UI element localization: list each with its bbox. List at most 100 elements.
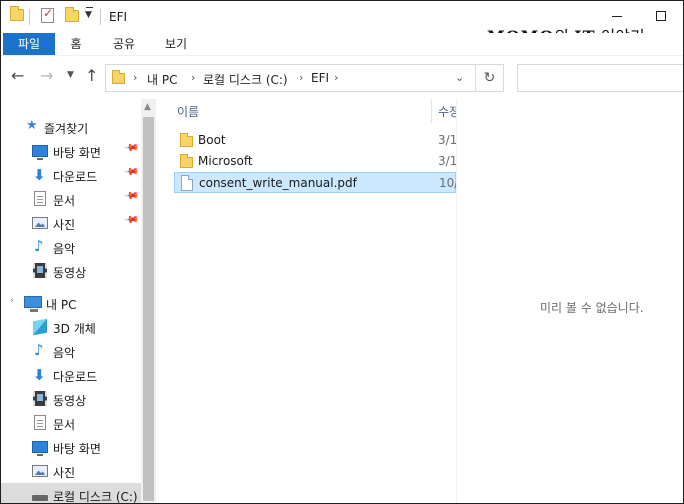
up-arrow-icon[interactable]: ↑ — [85, 68, 98, 84]
cube-3d-icon — [33, 318, 47, 336]
chevron-right-icon[interactable]: › — [334, 71, 338, 84]
sidebar-item-label: 동영상 — [53, 266, 87, 280]
sidebar-item-label: 내 PC — [46, 298, 77, 312]
document-icon — [34, 191, 46, 206]
title-bar: ▼ EFI MOMO의 IT 이야기 — [1, 1, 683, 46]
address-bar[interactable]: › 내 PC › 로컬 디스크 (C:) › EFI › ⌄ — [105, 64, 476, 92]
sidebar-item-downloads[interactable]: ⬇ 다운로드 📌 — [1, 163, 141, 187]
sidebar-item-desktop[interactable]: 바탕 화면 📌 — [1, 139, 141, 163]
window-title: EFI — [109, 10, 128, 24]
file-explorer-window: ▼ EFI MOMO의 IT 이야기 파일 홈 공유 보기 ← → ▼ ↑ › … — [0, 0, 684, 504]
chevron-right-icon[interactable]: › — [299, 71, 303, 84]
sidebar-item-label: 다운로드 — [53, 370, 98, 384]
sidebar-item-label: 바탕 화면 — [53, 442, 101, 456]
picture-icon — [32, 217, 48, 229]
scroll-up-arrow-icon[interactable]: ▲ — [144, 102, 151, 112]
sidebar-item-label: 로컬 디스크 (C:) — [53, 490, 138, 504]
refresh-icon[interactable]: ↻ — [476, 64, 504, 92]
document-icon — [34, 415, 46, 430]
breadcrumb-efi[interactable]: EFI — [311, 71, 329, 85]
file-name: consent_write_manual.pdf — [199, 176, 357, 190]
desktop-icon — [32, 145, 48, 160]
search-input[interactable] — [517, 64, 683, 92]
pin-icon[interactable]: 📌 — [123, 164, 140, 180]
star-icon: ★ — [26, 118, 38, 133]
sidebar-item-music[interactable]: ♪ 음악 — [1, 339, 141, 363]
forward-arrow-icon[interactable]: → — [40, 68, 53, 84]
music-note-icon: ♪ — [34, 237, 44, 255]
tab-share[interactable]: 공유 — [105, 33, 143, 55]
folder-icon — [180, 133, 193, 147]
properties-icon[interactable] — [41, 6, 54, 23]
computer-icon — [24, 296, 42, 312]
expand-chevron-icon[interactable]: › — [10, 296, 14, 306]
desktop-icon — [32, 441, 48, 456]
preview-message: 미리 볼 수 없습니다. — [540, 301, 644, 315]
nav-scrollbar[interactable]: ▲ — [141, 99, 156, 503]
file-row-selected[interactable]: consent_write_manual.pdf 10/ — [174, 172, 456, 193]
sidebar-item-quick-access[interactable]: ★ 즐겨찾기 — [1, 115, 141, 139]
new-folder-icon[interactable] — [65, 7, 79, 22]
address-history-chevron-down-icon[interactable]: ⌄ — [455, 71, 464, 84]
column-header-date[interactable]: 수정한 날짜 — [438, 103, 456, 120]
picture-icon — [32, 465, 48, 477]
customize-toolbar-chevron-down-icon[interactable]: ▼ — [85, 7, 93, 20]
sidebar-item-this-pc[interactable]: › 내 PC — [1, 291, 141, 315]
tab-view[interactable]: 보기 — [157, 33, 195, 55]
title-divider — [100, 9, 101, 25]
sidebar-item-3d-objects[interactable]: 3D 개체 — [1, 315, 141, 339]
column-divider[interactable] — [431, 99, 432, 123]
tab-file[interactable]: 파일 — [3, 33, 55, 55]
minimize-icon[interactable] — [612, 16, 622, 17]
sidebar-item-music[interactable]: ♪ 음악 — [1, 235, 141, 259]
sidebar-item-label: 바탕 화면 — [53, 146, 101, 160]
sidebar-item-label: 다운로드 — [53, 170, 98, 184]
sidebar-item-pictures[interactable]: 사진 📌 — [1, 211, 141, 235]
address-row: ← → ▼ ↑ › 내 PC › 로컬 디스크 (C:) › EFI › ⌄ ↻ — [1, 55, 683, 99]
file-list: ^ 이름 수정한 날짜 Boot 3/1 Microsoft 3/1 conse… — [156, 99, 456, 503]
file-row[interactable]: Microsoft 3/1 — [174, 151, 456, 172]
file-name: Boot — [198, 133, 226, 147]
pin-icon[interactable]: 📌 — [123, 140, 140, 156]
sidebar-item-label: 문서 — [53, 418, 76, 432]
breadcrumb-this-pc[interactable]: 내 PC — [147, 71, 177, 88]
back-arrow-icon[interactable]: ← — [11, 68, 24, 84]
video-icon — [33, 263, 47, 278]
sidebar-item-documents[interactable]: 문서 📌 — [1, 187, 141, 211]
sidebar-item-label: 동영상 — [53, 394, 87, 408]
pin-icon[interactable]: 📌 — [123, 212, 140, 228]
sidebar-item-label: 음악 — [53, 242, 76, 256]
column-header-name[interactable]: 이름 — [177, 103, 199, 120]
sidebar-item-pictures[interactable]: 사진 — [1, 459, 141, 483]
sidebar-item-label: 3D 개체 — [53, 322, 96, 336]
sidebar-item-local-disk[interactable]: 로컬 디스크 (C:) — [1, 483, 141, 504]
breadcrumb-local-disk[interactable]: 로컬 디스크 (C:) — [203, 71, 288, 88]
folder-icon — [10, 6, 24, 21]
sidebar-item-desktop[interactable]: 바탕 화면 — [1, 435, 141, 459]
file-row[interactable]: Boot 3/1 — [174, 130, 456, 151]
video-icon — [33, 391, 47, 406]
folder-icon — [112, 70, 125, 84]
chevron-right-icon[interactable]: › — [191, 71, 195, 84]
file-date: 3/1 — [438, 154, 456, 168]
sidebar-item-downloads[interactable]: ⬇ 다운로드 — [1, 363, 141, 387]
music-note-icon: ♪ — [34, 341, 44, 359]
chevron-right-icon[interactable]: › — [133, 71, 137, 84]
pin-icon[interactable]: 📌 — [123, 188, 140, 204]
file-name: Microsoft — [198, 154, 253, 168]
folder-icon — [180, 154, 193, 168]
sidebar-item-label: 사진 — [53, 466, 76, 480]
maximize-icon[interactable] — [656, 11, 666, 21]
download-arrow-icon: ⬇ — [33, 166, 46, 184]
download-arrow-icon: ⬇ — [33, 366, 46, 384]
sidebar-item-videos[interactable]: 동영상 — [1, 259, 141, 283]
tab-home[interactable]: 홈 — [61, 33, 91, 55]
scrollbar-thumb[interactable] — [143, 117, 154, 501]
sort-ascending-icon: ^ — [296, 99, 304, 103]
drive-icon — [32, 495, 48, 501]
sidebar-item-label: 사진 — [53, 218, 76, 232]
recent-locations-chevron-down-icon[interactable]: ▼ — [67, 70, 74, 80]
ribbon-tabs: 파일 홈 공유 보기 — [1, 33, 683, 55]
sidebar-item-videos[interactable]: 동영상 — [1, 387, 141, 411]
sidebar-item-documents[interactable]: 문서 — [1, 411, 141, 435]
